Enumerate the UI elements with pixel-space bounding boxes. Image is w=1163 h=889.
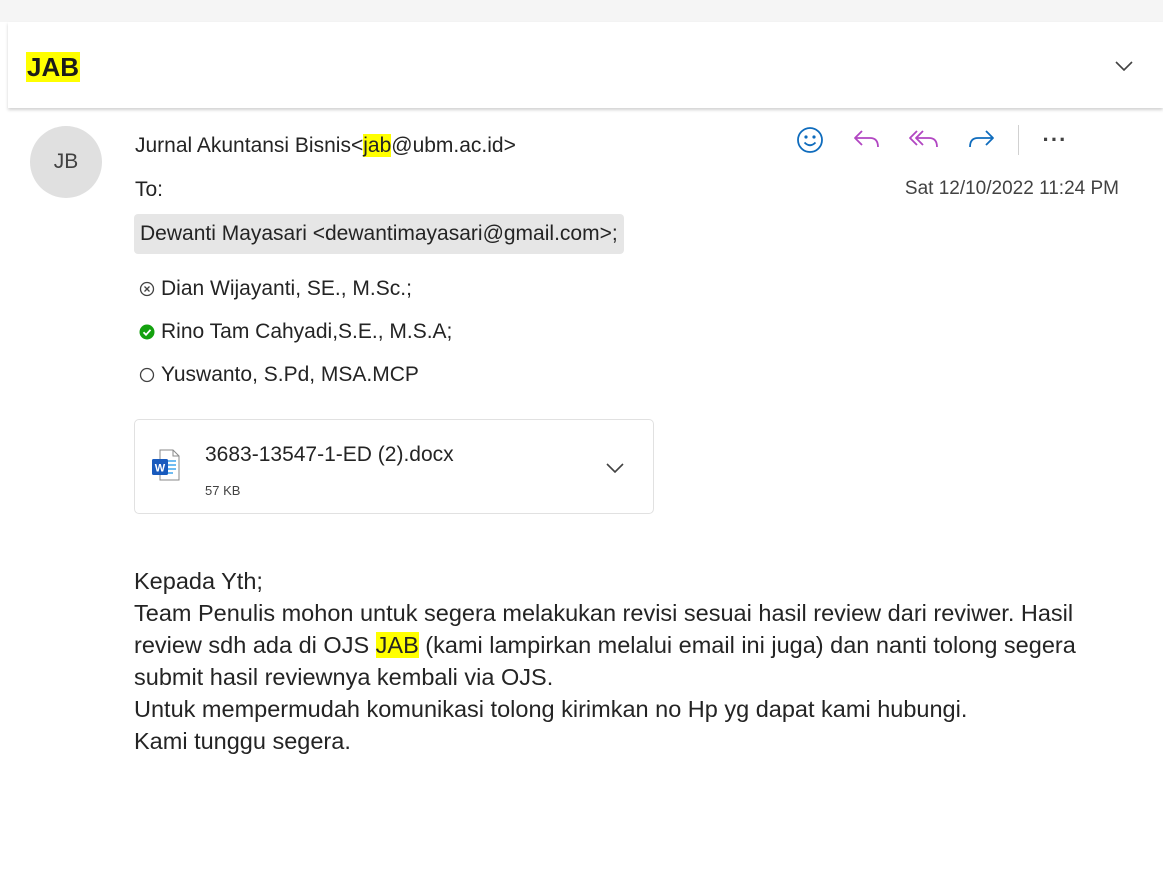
more-actions-button[interactable]: ··· bbox=[1039, 122, 1071, 158]
word-doc-icon: W bbox=[151, 449, 181, 481]
reply-all-icon bbox=[909, 130, 938, 148]
body-closing: Kami tunggu segera. bbox=[134, 728, 351, 754]
sender-name: Jurnal Akuntansi Bisnis bbox=[135, 134, 351, 157]
collapse-button[interactable] bbox=[1112, 54, 1136, 78]
sender-email-highlight: jab bbox=[363, 134, 392, 157]
top-band bbox=[0, 0, 1163, 22]
message-actions: ··· bbox=[790, 122, 1071, 158]
to-label: To: bbox=[135, 178, 164, 201]
recipient-chip[interactable]: Dewanti Mayasari <dewantimayasari@gmail.… bbox=[134, 214, 624, 254]
reply-icon bbox=[854, 130, 879, 148]
accepted-icon bbox=[139, 324, 155, 340]
forward-icon bbox=[969, 130, 994, 148]
body-greeting: Kepada Yth; bbox=[134, 568, 263, 594]
sender-email-rest: @ubm.ac.id> bbox=[391, 134, 516, 157]
svg-text:W: W bbox=[155, 463, 166, 475]
body-highlight: JAB bbox=[375, 632, 419, 658]
sender-email-open: < bbox=[350, 134, 364, 157]
sent-date: Sat 12/10/2022 11:24 PM bbox=[904, 178, 1119, 199]
subject-title: JAB bbox=[26, 52, 81, 82]
chevron-down-icon bbox=[606, 463, 624, 473]
chevron-down-icon bbox=[1115, 61, 1133, 71]
message-body: Kepada Yth; Team Penulis mohon untuk seg… bbox=[134, 565, 1124, 757]
body-paragraph: Team Penulis mohon untuk segera melakuka… bbox=[134, 597, 1124, 693]
reply-all-button[interactable] bbox=[904, 122, 944, 158]
attachment-filename: 3683-13547-1-ED (2).docx bbox=[205, 443, 454, 466]
recipient-name: Dian Wijayanti, SE., M.Sc.; bbox=[161, 277, 412, 300]
forward-button[interactable] bbox=[961, 122, 1001, 158]
emoji-icon bbox=[797, 127, 823, 153]
sender-line[interactable]: Jurnal Akuntansi Bisnis<jab@ubm.ac.id> bbox=[135, 134, 516, 158]
more-icon: ··· bbox=[1042, 127, 1068, 152]
subject-header: JAB bbox=[8, 22, 1163, 108]
attachment-size: 57 KB bbox=[205, 483, 241, 498]
attachment-card[interactable]: W 3683-13547-1-ED (2).docx 57 KB bbox=[134, 419, 654, 514]
reply-button[interactable] bbox=[847, 122, 887, 158]
attachment-options-button[interactable] bbox=[603, 456, 627, 480]
declined-icon bbox=[139, 281, 155, 297]
avatar[interactable]: JB bbox=[30, 126, 102, 198]
recipient-name: Dewanti Mayasari <dewantimayasari@gmail.… bbox=[140, 222, 618, 245]
actions-divider bbox=[1018, 125, 1019, 155]
recipient-name: Yuswanto, S.Pd, MSA.MCP bbox=[161, 363, 419, 386]
react-button[interactable] bbox=[790, 122, 830, 158]
recipient-item[interactable]: Rino Tam Cahyadi,S.E., M.S.A; bbox=[139, 320, 452, 344]
recipient-item[interactable]: Dian Wijayanti, SE., M.Sc.; bbox=[139, 277, 412, 301]
recipient-item[interactable]: Yuswanto, S.Pd, MSA.MCP bbox=[139, 363, 419, 387]
recipient-name: Rino Tam Cahyadi,S.E., M.S.A; bbox=[161, 320, 453, 343]
body-paragraph: Untuk mempermudah komunikasi tolong kiri… bbox=[134, 696, 968, 722]
pending-icon bbox=[139, 367, 155, 383]
